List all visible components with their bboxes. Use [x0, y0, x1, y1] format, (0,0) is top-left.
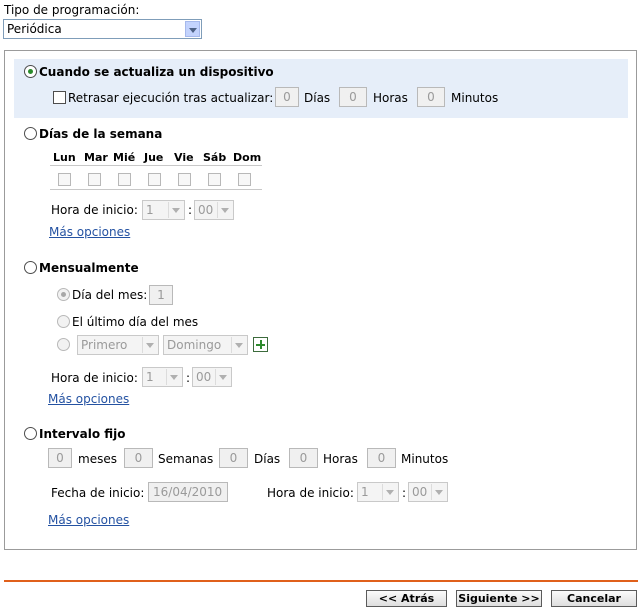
weekday-header: Dom [233, 151, 262, 164]
last-day-radio[interactable] [57, 315, 70, 328]
monthly-hour-value: 1 [146, 370, 154, 384]
chevron-down-icon [166, 369, 181, 385]
schedule-type-value: Periódica [7, 22, 62, 36]
delay-label: Retrasar ejecución tras actualizar: [68, 91, 274, 105]
monthly-radio[interactable] [24, 261, 37, 274]
back-button[interactable]: << Atrás [366, 590, 447, 607]
interval-start-date-input[interactable]: 16/04/2010 [148, 482, 228, 502]
fixed-interval-label: Intervalo fijo [39, 427, 126, 441]
weekday-checkbox-sat[interactable] [208, 173, 221, 186]
on-update-radio[interactable] [24, 65, 37, 78]
interval-weeks-label: Semanas [158, 452, 214, 466]
monthly-more-options-link[interactable]: Más opciones [48, 392, 129, 406]
weekday-checkbox-mon[interactable] [58, 173, 71, 186]
monthly-hour-select[interactable]: 1 [142, 367, 183, 387]
delay-minutes-input[interactable]: 0 [417, 87, 445, 107]
time-separator: : [188, 203, 193, 217]
delay-hours-label: Horas [373, 91, 408, 105]
weekdays-hour-select[interactable]: 1 [142, 200, 185, 220]
interval-hour-value: 1 [361, 485, 369, 499]
delay-minutes-label: Minutos [451, 91, 499, 105]
interval-more-options-link[interactable]: Más opciones [48, 513, 129, 527]
weekday-table-divider [50, 189, 262, 190]
weekday-checkbox-wed[interactable] [118, 173, 131, 186]
cancel-button[interactable]: Cancelar [551, 590, 637, 607]
delay-checkbox[interactable] [53, 91, 66, 104]
on-update-label: Cuando se actualiza un dispositivo [39, 65, 274, 79]
schedule-type-label: Tipo de programación: [4, 3, 140, 17]
day-of-month-label: Día del mes: [72, 288, 148, 302]
chevron-down-icon [185, 21, 200, 37]
interval-weeks-input[interactable]: 0 [124, 448, 153, 468]
footer-divider [4, 580, 638, 582]
add-plus-icon[interactable] [253, 337, 268, 352]
interval-minutes-label: Minutos [401, 452, 449, 466]
interval-start-time-label: Hora de inicio: [267, 486, 354, 500]
interval-start-date-label: Fecha de inicio: [51, 486, 145, 500]
weekdays-more-options-link[interactable]: Más opciones [49, 225, 130, 239]
weekday-value: Domingo [167, 338, 222, 352]
chevron-down-icon [215, 369, 230, 385]
weekday-header: Jue [144, 151, 164, 164]
interval-hours-input[interactable]: 0 [289, 448, 318, 468]
weekdays-hour-value: 1 [146, 203, 154, 217]
chevron-down-icon [431, 484, 446, 500]
time-separator: : [402, 486, 407, 500]
interval-days-label: Días [254, 452, 281, 466]
delay-hours-input[interactable]: 0 [339, 87, 367, 107]
monthly-label: Mensualmente [39, 261, 139, 275]
weekdays-minute-select[interactable]: 00 [194, 200, 234, 220]
next-button[interactable]: Siguiente >> [456, 590, 542, 607]
interval-months-label: meses [78, 452, 117, 466]
monthly-minute-value: 00 [196, 370, 212, 384]
monthly-start-label: Hora de inicio: [51, 371, 138, 385]
interval-minutes-input[interactable]: 0 [367, 448, 396, 468]
interval-days-input[interactable]: 0 [219, 448, 248, 468]
interval-minute-value: 00 [412, 485, 428, 499]
chevron-down-icon [168, 202, 183, 218]
last-day-label: El último día del mes [72, 315, 199, 329]
weekday-table: Lun Mar Mié Jue Vie Sáb Dom [50, 148, 262, 190]
weekdays-minute-value: 00 [198, 203, 214, 217]
ordinal-select[interactable]: Primero [77, 335, 159, 355]
chevron-down-icon [217, 202, 232, 218]
monthly-minute-select[interactable]: 00 [192, 367, 232, 387]
delay-days-input[interactable]: 0 [275, 87, 299, 107]
weekday-header: Sáb [203, 151, 227, 164]
weekday-checkbox-sun[interactable] [238, 173, 251, 186]
weekday-checkbox-fri[interactable] [178, 173, 191, 186]
weekday-checkbox-thu[interactable] [148, 173, 161, 186]
day-of-month-radio[interactable] [57, 288, 70, 301]
ordinal-value: Primero [81, 338, 128, 352]
chevron-down-icon [142, 337, 157, 353]
weekday-header: Mar [84, 151, 108, 164]
weekday-table-divider [50, 165, 262, 166]
interval-minute-select[interactable]: 00 [408, 482, 448, 502]
weekday-select[interactable]: Domingo [163, 335, 248, 355]
weekdays-radio[interactable] [24, 127, 37, 140]
weekday-header: Lun [53, 151, 76, 164]
weekday-header: Mié [113, 151, 136, 164]
schedule-type-select[interactable]: Periódica [3, 19, 202, 39]
weekdays-start-label: Hora de inicio: [51, 203, 138, 217]
chevron-down-icon [231, 337, 246, 353]
interval-hour-select[interactable]: 1 [357, 482, 399, 502]
ordinal-weekday-radio[interactable] [57, 338, 70, 351]
weekdays-label: Días de la semana [39, 127, 163, 141]
chevron-down-icon [382, 484, 397, 500]
weekday-checkbox-tue[interactable] [88, 173, 101, 186]
weekday-header: Vie [174, 151, 194, 164]
fixed-interval-radio[interactable] [24, 427, 37, 440]
interval-months-input[interactable]: 0 [48, 448, 72, 468]
day-of-month-input[interactable]: 1 [149, 285, 173, 305]
interval-hours-label: Horas [323, 452, 358, 466]
time-separator: : [186, 371, 191, 385]
delay-days-label: Días [304, 91, 331, 105]
